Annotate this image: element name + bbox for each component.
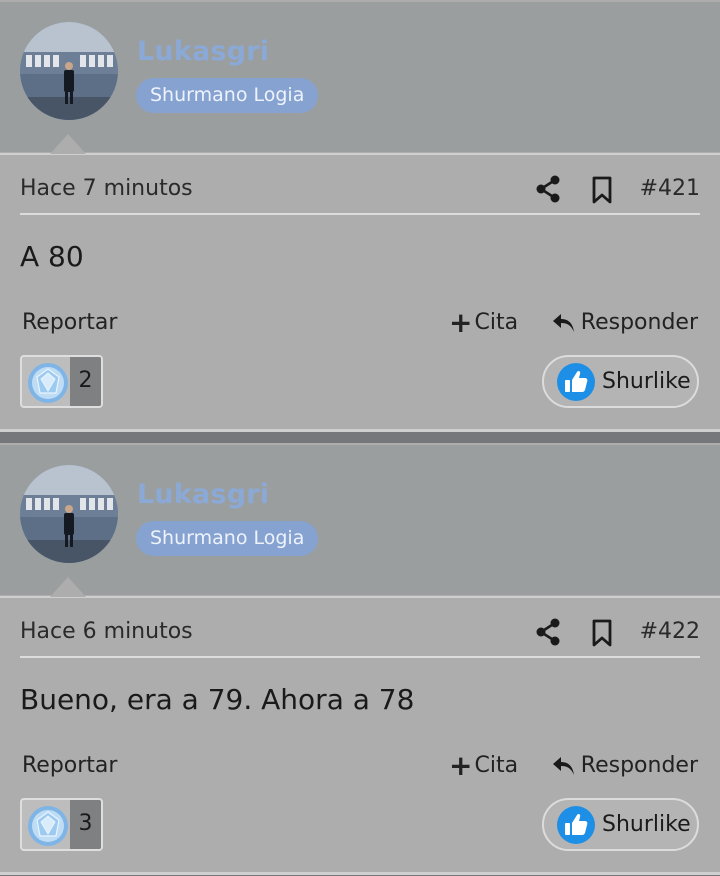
share-icon[interactable]	[535, 618, 561, 646]
reaction-count-cell: 3	[70, 800, 101, 849]
author-name[interactable]: Lukasgri	[137, 36, 269, 67]
divider	[0, 872, 720, 875]
divider	[20, 213, 700, 215]
reply-button[interactable]: Responder	[551, 310, 698, 335]
quote-label: Cita	[474, 310, 519, 335]
reaction-summary[interactable]: 2	[20, 355, 103, 408]
share-icon[interactable]	[535, 175, 561, 203]
divider	[0, 153, 720, 155]
post-actions: Reportar + Cita Responder	[22, 750, 698, 782]
avatar[interactable]	[20, 22, 118, 120]
user-title-badge: Shurmano Logia	[136, 78, 319, 113]
plus-icon: +	[449, 748, 473, 782]
quote-button[interactable]: + Cita	[449, 748, 519, 782]
reaction-count: 2	[78, 368, 93, 393]
post-time[interactable]: Hace 6 minutos	[20, 619, 193, 644]
author-pointer	[50, 577, 86, 597]
quote-label: Cita	[474, 753, 519, 778]
like-label: Shurlike	[602, 812, 691, 837]
report-link[interactable]: Reportar	[22, 753, 117, 778]
post-number[interactable]: #421	[640, 176, 700, 201]
post-meta: Hace 6 minutos #422	[20, 613, 700, 653]
post-actions: Reportar + Cita Responder	[22, 307, 698, 339]
reply-arrow-icon	[552, 756, 574, 775]
reaction-count: 3	[78, 811, 93, 836]
divider	[0, 429, 720, 432]
author-name[interactable]: Lukasgri	[137, 479, 269, 510]
post-number[interactable]: #422	[640, 619, 700, 644]
post-message: Bueno, era a 79. Ahora a 78	[20, 683, 415, 716]
user-title-badge: Shurmano Logia	[136, 521, 319, 556]
bookmark-icon[interactable]	[590, 176, 614, 204]
post-message: A 80	[20, 240, 84, 273]
divider	[0, 596, 720, 598]
reply-arrow-icon	[552, 313, 574, 332]
post-meta: Hace 7 minutos #421	[20, 170, 700, 210]
diamond-gem-icon	[28, 806, 68, 846]
report-link[interactable]: Reportar	[22, 310, 117, 335]
author-bar: Lukasgri Shurmano Logia	[0, 445, 720, 598]
avatar-photo-icon	[20, 22, 118, 120]
plus-icon: +	[449, 305, 473, 339]
post-time[interactable]: Hace 7 minutos	[20, 176, 193, 201]
thumbs-up-icon	[557, 806, 595, 844]
like-label: Shurlike	[602, 369, 691, 394]
divider	[20, 656, 700, 658]
avatar-photo-icon	[20, 465, 118, 563]
reaction-count-cell: 2	[70, 357, 101, 406]
author-bar: Lukasgri Shurmano Logia	[0, 2, 720, 155]
avatar[interactable]	[20, 465, 118, 563]
post-421: Lukasgri Shurmano Logia Hace 7 minutos #…	[0, 0, 720, 432]
post-422: Lukasgri Shurmano Logia Hace 6 minutos #…	[0, 443, 720, 875]
bookmark-icon[interactable]	[590, 619, 614, 647]
diamond-gem-icon	[28, 363, 68, 403]
author-pointer	[50, 134, 86, 154]
like-button[interactable]: Shurlike	[542, 355, 699, 408]
quote-button[interactable]: + Cita	[449, 305, 519, 339]
thumbs-up-icon	[557, 363, 595, 401]
reply-label: Responder	[580, 310, 698, 335]
reaction-summary[interactable]: 3	[20, 798, 103, 851]
reply-label: Responder	[580, 753, 698, 778]
like-button[interactable]: Shurlike	[542, 798, 699, 851]
reply-button[interactable]: Responder	[551, 753, 698, 778]
